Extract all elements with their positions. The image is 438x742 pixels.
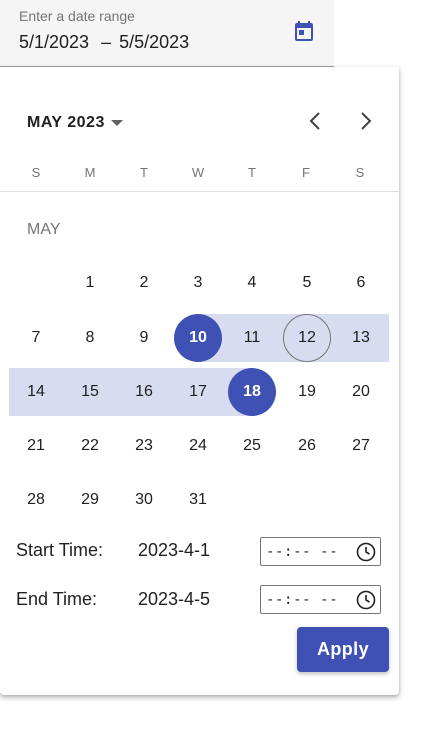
calendar-day[interactable]: 30 [120,476,168,524]
weekday-label: T [140,165,148,180]
start-time-label: Start Time: [16,540,104,560]
calendar-day[interactable]: 27 [337,422,385,470]
end-time-date: 2023-4-5 [138,589,211,609]
start-time-value: --:-- -- [266,543,339,560]
calendar-day[interactable]: 17 [174,368,222,416]
calendar-day[interactable]: 22 [66,422,114,470]
calendar-day[interactable]: 12 [283,314,331,362]
calendar-day[interactable]: 19 [283,368,331,416]
previous-month-button[interactable] [299,105,331,137]
next-month-button[interactable] [350,105,382,137]
date-range-value[interactable]: 5/1/2023–5/5/2023 [19,32,189,53]
calendar-day[interactable]: 13 [337,314,385,362]
calendar-day[interactable]: 16 [120,368,168,416]
calendar-day[interactable]: 25 [228,422,276,470]
calendar-day[interactable]: 4 [228,259,276,307]
calendar-day[interactable]: 5 [283,259,331,307]
date-range-field[interactable]: Enter a date range 5/1/2023–5/5/2023 [0,0,334,67]
range-separator: – [101,32,112,52]
weekday-divider [0,191,399,192]
caret-down-icon [110,120,123,126]
calendar-day[interactable]: 1 [66,259,114,307]
apply-button[interactable]: Apply [297,627,389,672]
weekday-label: M [84,165,96,180]
calendar-day[interactable]: 20 [337,368,385,416]
weekday-label: F [302,165,310,180]
start-time-input[interactable]: --:-- -- [260,537,381,566]
end-time-value: --:-- -- [266,591,339,608]
range-start-input[interactable]: 5/1/2023 [19,32,89,52]
weekday-label: S [355,165,365,180]
calendar-day[interactable]: 15 [66,368,114,416]
calendar-day[interactable]: 23 [120,422,168,470]
calendar-day[interactable]: 26 [283,422,331,470]
calendar-day[interactable]: 3 [174,259,222,307]
weekday-label: T [248,165,256,180]
calendar-day[interactable]: 28 [12,476,60,524]
chevron-right-icon [361,112,372,130]
weekday-label: W [191,165,205,180]
clock-icon[interactable] [356,590,376,610]
weekday-label: S [31,165,41,180]
calendar-day[interactable]: 31 [174,476,222,524]
calendar-day[interactable]: 14 [12,368,60,416]
calendar-day[interactable]: 7 [12,314,60,362]
calendar-day[interactable]: 29 [66,476,114,524]
calendar-day[interactable]: 9 [120,314,168,362]
chevron-left-icon [309,112,320,130]
calendar-day[interactable]: 2 [120,259,168,307]
end-time-label: End Time: [16,589,98,609]
calendar-day[interactable]: 18 [228,368,276,416]
start-time-date: 2023-4-1 [138,540,211,560]
calendar-day[interactable]: 11 [228,314,276,362]
period-label: MAY 2023 [27,114,105,131]
month-label: MAY [27,221,61,238]
end-time-input[interactable]: --:-- -- [260,585,381,614]
calendar-day[interactable]: 21 [12,422,60,470]
calendar-day[interactable]: 6 [337,259,385,307]
period-select-button[interactable]: MAY 2023 [27,111,123,135]
weekday-header: S M T W T F S [9,165,389,183]
date-range-label: Enter a date range [19,8,135,24]
calendar-day[interactable]: 24 [174,422,222,470]
calendar-toggle-button[interactable] [286,14,322,50]
calendar-day[interactable]: 10 [174,314,222,362]
calendar-icon [295,21,313,41]
range-end-input[interactable]: 5/5/2023 [119,32,189,52]
clock-icon[interactable] [356,542,376,562]
calendar-day[interactable]: 8 [66,314,114,362]
datepicker-panel: MAY 2023 S M T W T F S MAY 1 2 3 4 5 6 7 8 9 10 11… [0,67,399,695]
